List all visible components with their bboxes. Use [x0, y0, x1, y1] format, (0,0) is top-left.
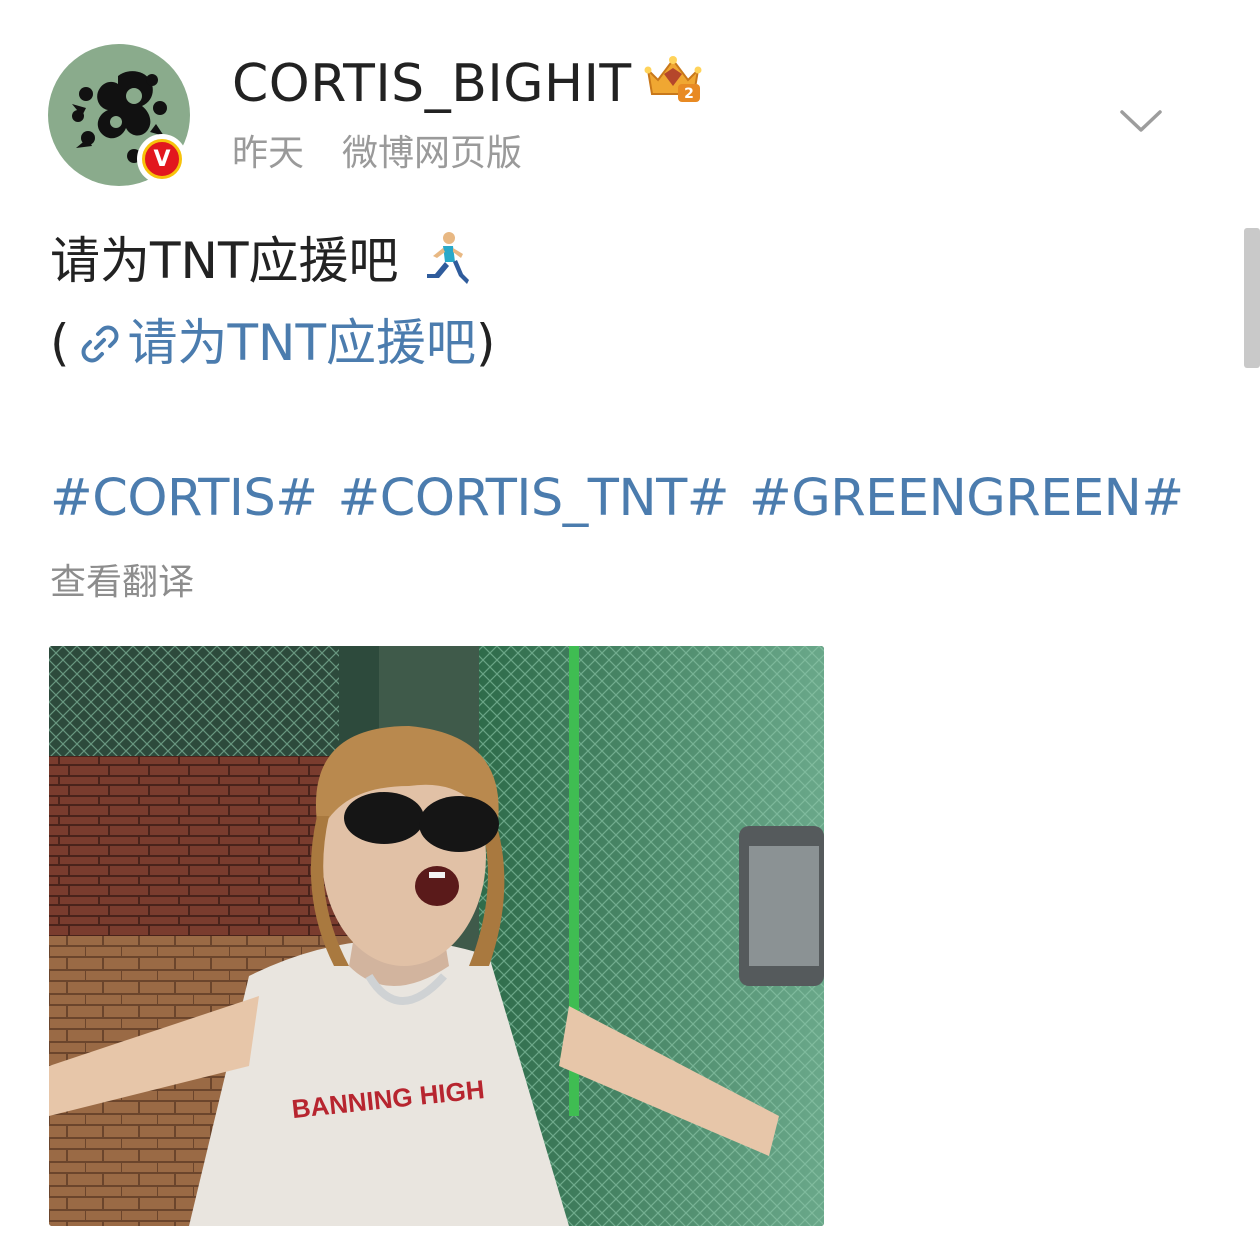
verified-icon: V: [137, 134, 187, 184]
hashtag-cortis[interactable]: #CORTIS#: [50, 469, 318, 528]
hashtag-greengreen[interactable]: #GREENGREEN#: [749, 469, 1184, 528]
translate-button[interactable]: 查看翻译: [50, 560, 194, 606]
post-meta: 昨天 微博网页版: [232, 132, 522, 176]
crown-level: 2: [684, 86, 694, 102]
hashtag-cortis-tnt[interactable]: #CORTIS_TNT#: [338, 469, 730, 528]
post-time: 昨天: [232, 133, 305, 174]
runner-emoji-icon: [426, 232, 469, 284]
post-text: 请为TNT应援吧: [50, 228, 471, 294]
link-close-paren: ): [476, 314, 496, 372]
chevron-down-icon[interactable]: [1118, 106, 1164, 136]
post-link-line: ( 请为TNT应援吧): [50, 310, 496, 376]
post-photo[interactable]: BANNING HIGH: [49, 646, 824, 1226]
link-icon[interactable]: [78, 322, 122, 366]
link-open-paren: (: [50, 314, 70, 372]
post-source[interactable]: 微博网页版: [342, 133, 522, 174]
hashtag-row: #CORTIS# #CORTIS_TNT# #GREENGREEN#: [50, 468, 1184, 530]
verified-badge-label: V: [142, 139, 182, 179]
username[interactable]: CORTIS_BIGHIT: [232, 56, 632, 112]
post-link[interactable]: 请为TNT应援吧: [128, 314, 477, 372]
scrollbar[interactable]: [1244, 228, 1260, 368]
crown-icon: 2: [644, 56, 702, 102]
post-text-line: 请为TNT应援吧: [50, 232, 399, 290]
photo-illustration: BANNING HIGH: [49, 646, 824, 1226]
